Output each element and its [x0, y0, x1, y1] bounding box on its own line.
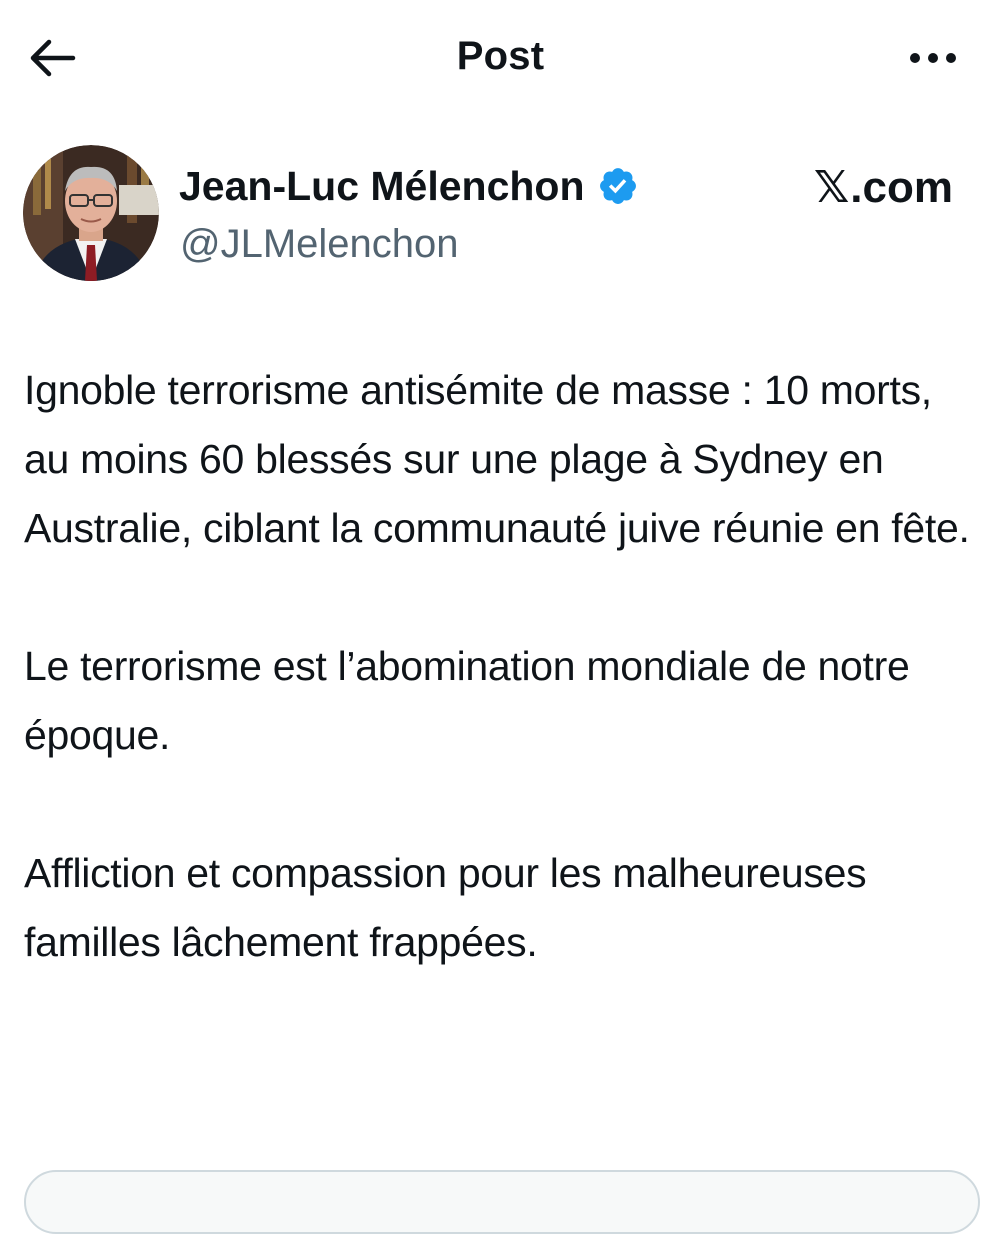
avatar-photo	[23, 145, 159, 281]
post-author-row: Jean-Luc Mélenchon @JLMelenchon 𝕏 .com	[0, 140, 1001, 290]
author-display-name[interactable]: Jean-Luc Mélenchon	[179, 162, 639, 210]
more-options-button[interactable]	[903, 40, 963, 80]
x-com-watermark: 𝕏 .com	[814, 160, 953, 216]
post-paragraph: Ignoble terrorisme antisémite de masse :…	[24, 367, 970, 551]
author-handle[interactable]: @JLMelenchon	[180, 220, 459, 268]
x-com-label: .com	[850, 163, 953, 212]
x-logo-icon: 𝕏	[813, 162, 850, 213]
post-paragraph: Le terrorisme est l’abomination mondiale…	[24, 643, 910, 758]
avatar[interactable]	[23, 145, 159, 281]
post-paragraph: Affliction et compassion pour les malheu…	[24, 850, 867, 965]
top-navigation-bar: Post	[0, 0, 1001, 120]
verified-badge-icon	[597, 165, 639, 207]
more-horizontal-icon	[909, 51, 957, 69]
page-title: Post	[456, 34, 545, 78]
quoted-post-card[interactable]	[24, 1170, 980, 1234]
post-text: Ignoble terrorisme antisémite de masse :…	[24, 356, 974, 977]
display-name-text: Jean-Luc Mélenchon	[179, 163, 585, 209]
